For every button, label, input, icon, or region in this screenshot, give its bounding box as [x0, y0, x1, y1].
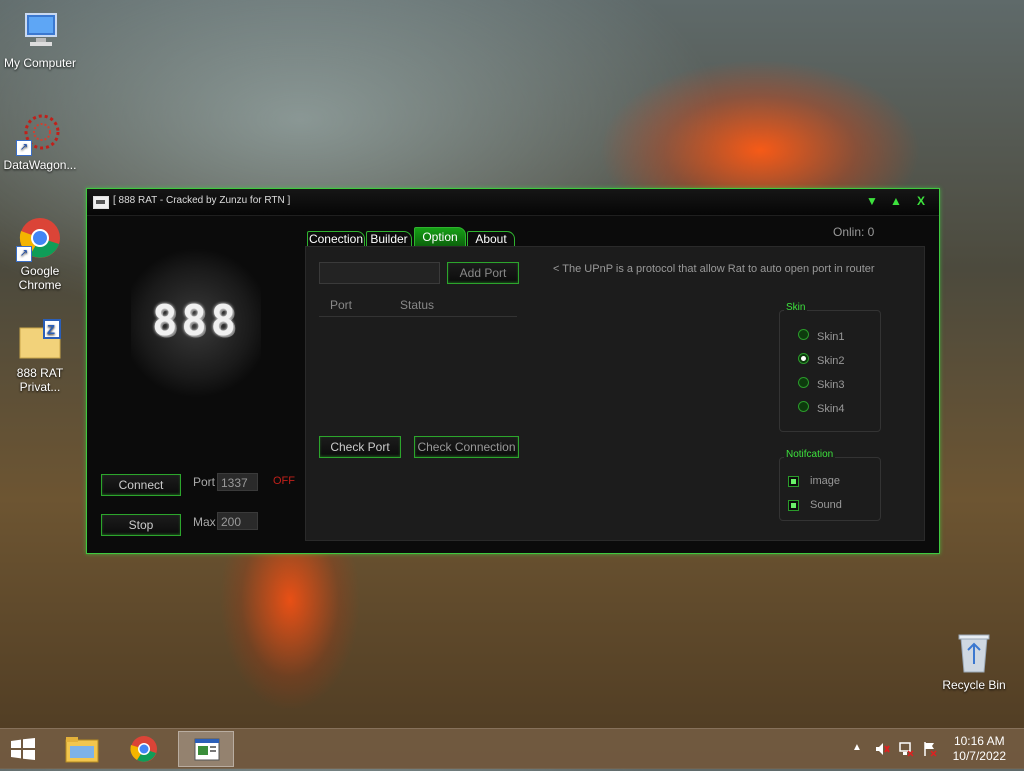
desktop-icon-my-computer[interactable]: My Computer	[0, 8, 80, 70]
system-clock[interactable]: 10:16 AM 10/7/2022	[953, 734, 1006, 764]
show-hidden-icons-button[interactable]: ▲	[852, 742, 862, 753]
logo-888: 888	[131, 248, 261, 398]
check-port-button[interactable]: Check Port	[319, 436, 401, 458]
check-connection-button[interactable]: Check Connection	[414, 436, 519, 458]
status-off: OFF	[273, 475, 295, 487]
taskbar-chrome[interactable]	[116, 731, 172, 767]
port-add-input[interactable]	[319, 262, 440, 284]
taskbar-888-rat[interactable]	[178, 731, 234, 767]
desktop-icon-label: 888 RAT Privat...	[16, 366, 64, 394]
volume-muted-icon[interactable]	[874, 741, 890, 760]
datawagon-icon: ↗	[16, 110, 62, 156]
chrome-icon	[130, 736, 157, 762]
option-panel: Add Port < The UPnP is a protocol that a…	[305, 246, 925, 541]
connect-button[interactable]: Connect	[101, 474, 181, 496]
clock-time: 10:16 AM	[953, 734, 1005, 748]
windows-logo-icon	[11, 738, 35, 760]
online-count: Onlin: 0	[833, 225, 875, 239]
close-button[interactable]: X	[913, 192, 929, 210]
maximize-button[interactable]: ▲	[888, 192, 904, 210]
desktop-icon-label: Recycle Bin	[942, 678, 1006, 692]
skin2-radio[interactable]	[798, 353, 809, 364]
skin-legend: Skin	[784, 302, 808, 313]
desktop-icon-recycle-bin[interactable]: Recycle Bin	[934, 630, 1014, 692]
folder-icon	[65, 737, 99, 763]
minimize-button[interactable]: ▼	[864, 192, 880, 210]
archive-folder-icon: Z	[18, 318, 62, 362]
computer-icon	[18, 8, 62, 52]
add-port-button[interactable]: Add Port	[447, 262, 519, 284]
desktop-icon-chrome[interactable]: ↗ Google Chrome	[0, 216, 80, 292]
port-label: Port	[193, 475, 216, 489]
window-titlebar[interactable]: [ 888 RAT - Cracked by Zunzu for RTN ] ▼…	[87, 189, 939, 216]
notification-group: Notifcation image Sound	[779, 449, 881, 521]
network-icon[interactable]	[898, 741, 914, 760]
clock-date: 10/7/2022	[952, 749, 1006, 763]
start-button[interactable]	[8, 737, 38, 761]
desktop-icon-datawagon[interactable]: ↗ DataWagon...	[0, 110, 80, 172]
desktop-icon-label: Google Chrome	[18, 264, 62, 292]
taskbar-file-explorer[interactable]	[54, 731, 110, 767]
recycle-bin-icon	[952, 630, 996, 674]
svg-text:Z: Z	[47, 322, 55, 337]
desktop-icon-label: DataWagon...	[3, 158, 77, 172]
left-panel: 888 Connect Port 1337 OFF Stop Max 200	[87, 216, 307, 552]
column-header-port: Port	[330, 298, 353, 312]
max-input[interactable]: 200	[217, 512, 258, 530]
skin2-label: Skin2	[817, 355, 845, 367]
sound-label: Sound	[810, 499, 842, 511]
sound-checkbox[interactable]	[788, 500, 799, 511]
skin3-label: Skin3	[817, 379, 845, 391]
skin1-label: Skin1	[817, 331, 845, 343]
app-icon	[93, 196, 109, 209]
chrome-icon: ↗	[16, 216, 62, 262]
image-checkbox[interactable]	[788, 476, 799, 487]
skin3-radio[interactable]	[798, 377, 809, 388]
upnp-note: < The UPnP is a protocol that allow Rat …	[553, 263, 875, 275]
skin1-radio[interactable]	[798, 329, 809, 340]
port-input[interactable]: 1337	[217, 473, 258, 491]
skin-group: Skin Skin1 Skin2 Skin3 Skin4	[779, 302, 881, 432]
logo-text: 888	[152, 296, 240, 345]
column-header-status: Status	[400, 298, 435, 312]
notification-legend: Notifcation	[784, 449, 836, 460]
max-label: Max	[193, 515, 216, 529]
skin4-radio[interactable]	[798, 401, 809, 412]
rat-window: [ 888 RAT - Cracked by Zunzu for RTN ] ▼…	[86, 188, 940, 554]
shortcut-arrow-icon: ↗	[16, 140, 32, 156]
tab-option[interactable]: Option	[414, 227, 466, 248]
port-list[interactable]: Port Status	[319, 295, 517, 425]
skin4-label: Skin4	[817, 403, 845, 415]
stop-button[interactable]: Stop	[101, 514, 181, 536]
window-title: [ 888 RAT - Cracked by Zunzu for RTN ]	[113, 195, 291, 206]
image-label: image	[810, 475, 840, 487]
desktop-icon-888-rat[interactable]: Z 888 RAT Privat...	[0, 318, 80, 394]
desktop-icon-label: My Computer	[3, 56, 77, 70]
list-divider	[319, 316, 517, 317]
shortcut-arrow-icon: ↗	[16, 246, 32, 262]
action-center-flag-icon[interactable]	[922, 741, 938, 760]
taskbar: ▲ 10:16 AM 10/7/2022	[0, 728, 1024, 769]
app-window-icon	[194, 738, 220, 761]
